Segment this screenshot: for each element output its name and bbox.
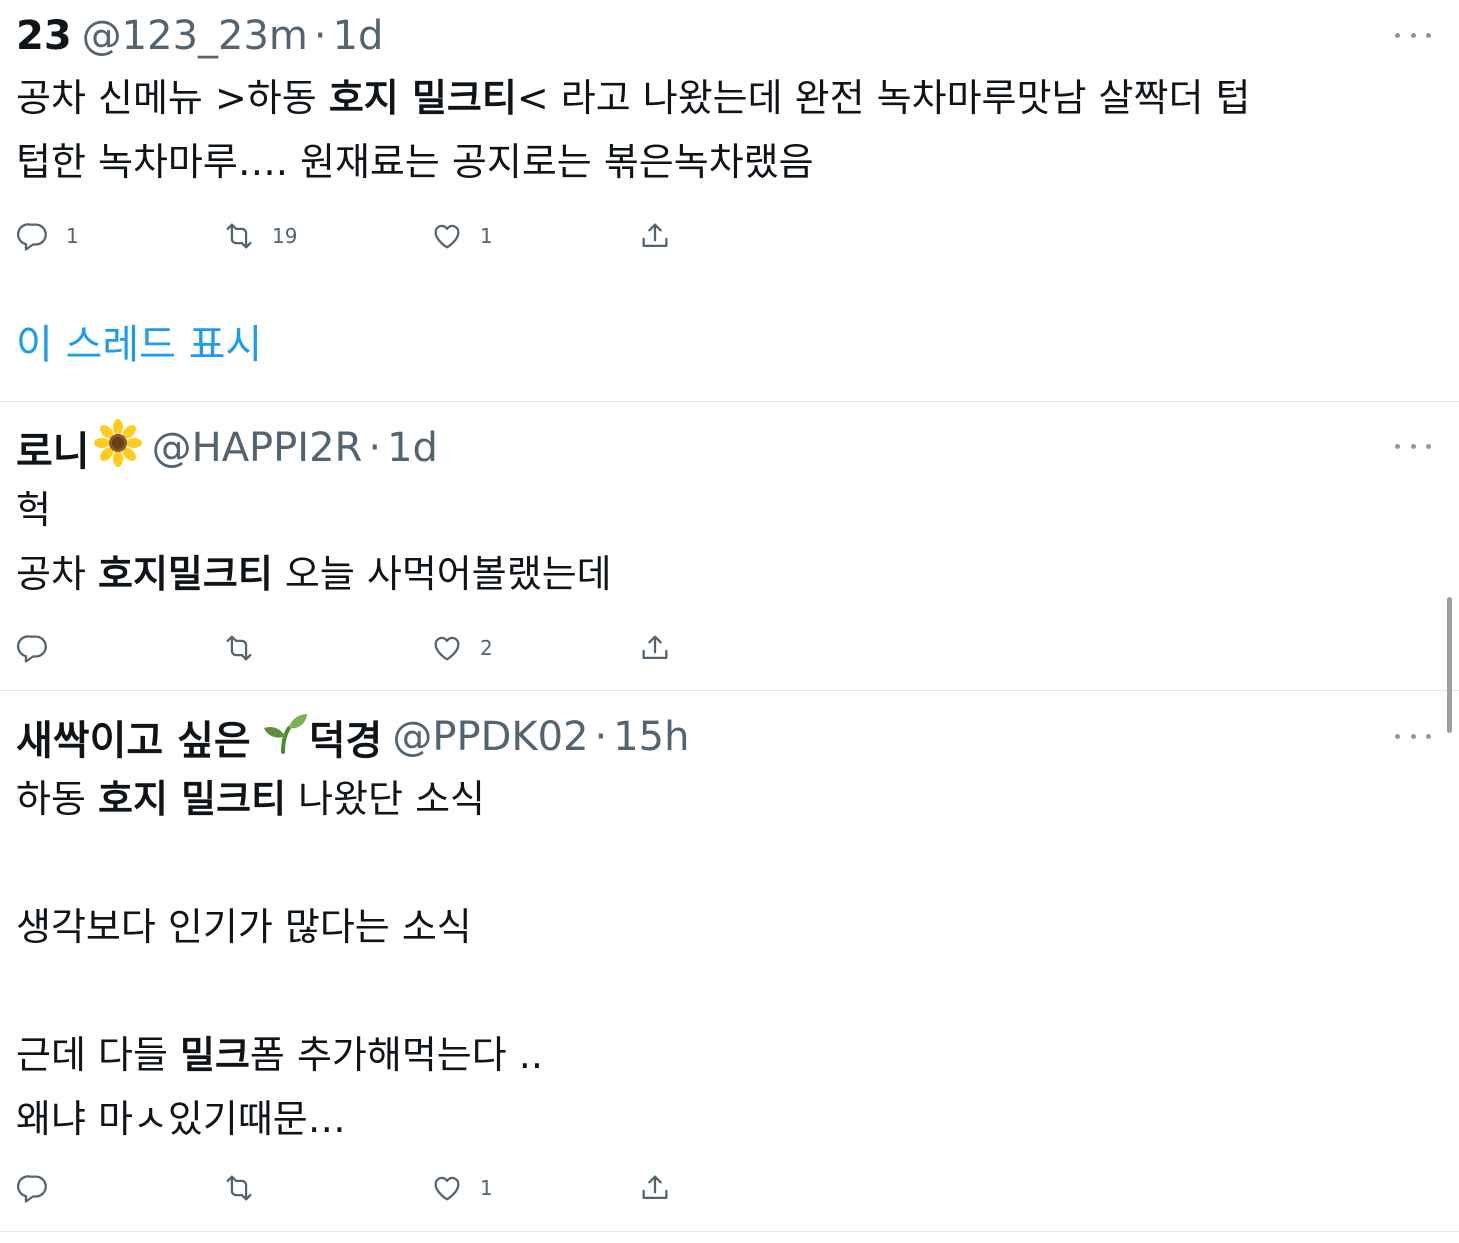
like-button[interactable]: 1	[430, 1168, 493, 1208]
seedling-icon	[261, 708, 309, 766]
text-run: 하동	[16, 777, 98, 821]
divider	[0, 1231, 1459, 1232]
user-handle[interactable]: @PPDK02	[392, 714, 588, 760]
tweet-header: 로니 @HAPPI2R · 1d	[16, 419, 438, 477]
highlighted-keyword: 밀크	[180, 1033, 250, 1077]
tweet-actions: 1 19 1	[0, 216, 800, 256]
display-name[interactable]: 23	[16, 13, 72, 59]
tweet-text-line: 텁한 녹차마루…. 원재료는 공지로는 볶은녹차랬음	[16, 130, 1399, 194]
retweet-icon	[222, 219, 256, 253]
like-count: 2	[480, 636, 493, 660]
heart-icon	[430, 219, 464, 253]
tweet-text-line: 공차 호지밀크티 오늘 사먹어볼랬는데	[16, 542, 1399, 606]
separator-dot: ·	[594, 714, 608, 760]
display-name[interactable]: 로니	[16, 419, 90, 477]
more-icon[interactable]	[1395, 728, 1431, 744]
user-handle[interactable]: @HAPPI2R	[152, 425, 363, 471]
user-handle[interactable]: @123_23m	[82, 13, 308, 59]
tweet[interactable]: 새싹이고 싶은 덕경 @PPDK02 · 15h 하동 호지 밀크티 나왔단 소…	[0, 691, 1459, 1231]
text-run: < 라고 나왔는데 완전 녹차마루맛남 살짝더 텁	[516, 76, 1251, 120]
share-button[interactable]	[638, 628, 672, 668]
reply-count: 1	[66, 224, 79, 248]
tweet-text-line: 왜냐 마ㅅ있기때문…	[16, 1087, 1399, 1151]
tweet-text-line: 하동 호지 밀크티 나왔단 소식	[16, 767, 1399, 831]
retweet-icon	[222, 1171, 256, 1205]
more-icon[interactable]	[1395, 438, 1431, 454]
like-button[interactable]: 2	[430, 628, 493, 668]
tweet-text: 하동 호지 밀크티 나왔단 소식생각보다 인기가 많다는 소식근데 다들 밀크폼…	[16, 767, 1399, 1151]
reply-button[interactable]	[16, 1168, 66, 1208]
text-run: 헉	[16, 488, 51, 532]
text-run: 폼 추가해먹는다 ..	[249, 1033, 543, 1077]
tweet-text-line	[16, 959, 1399, 1023]
text-run: 공차	[16, 552, 98, 596]
like-count: 1	[480, 1176, 493, 1200]
display-name[interactable]: 새싹이고 싶은	[16, 708, 251, 766]
tweet-text-line: 생각보다 인기가 많다는 소식	[16, 895, 1399, 959]
text-run: 텁한 녹차마루…. 원재료는 공지로는 볶은녹차랬음	[16, 140, 814, 184]
highlighted-keyword: 호지 밀크티	[328, 76, 517, 120]
tweet-text-line: 공차 신메뉴 >하동 호지 밀크티< 라고 나왔는데 완전 녹차마루맛남 살짝더…	[16, 66, 1399, 130]
tweet[interactable]: 23 @123_23m · 1d 공차 신메뉴 >하동 호지 밀크티< 라고 나…	[0, 0, 1459, 400]
display-name-suffix[interactable]: 덕경	[309, 708, 383, 766]
share-icon	[638, 631, 672, 665]
retweet-icon	[222, 631, 256, 665]
separator-dot: ·	[313, 13, 327, 59]
show-thread-link[interactable]: 이 스레드 표시	[16, 312, 262, 370]
retweet-button[interactable]	[222, 1168, 272, 1208]
text-run: 나왔단 소식	[286, 777, 485, 821]
sunflower-icon	[93, 419, 142, 477]
share-button[interactable]	[638, 216, 672, 256]
tweet-text-line	[16, 831, 1399, 895]
text-run: 공차 신메뉴 >하동	[16, 76, 329, 120]
timestamp[interactable]: 1d	[333, 13, 384, 59]
heart-icon	[430, 631, 464, 665]
like-count: 1	[480, 224, 493, 248]
share-icon	[638, 1171, 672, 1205]
text-run: 생각보다 인기가 많다는 소식	[16, 905, 472, 949]
tweet[interactable]: 로니 @HAPPI2R · 1d 헉 공차 호지밀크티 오늘 사먹어볼랬는데 2	[0, 402, 1459, 690]
like-button[interactable]: 1	[430, 216, 493, 256]
timestamp[interactable]: 15h	[613, 714, 689, 760]
share-button[interactable]	[638, 1168, 672, 1208]
retweet-count: 19	[272, 224, 298, 248]
text-run: 오늘 사먹어볼랬는데	[272, 552, 612, 596]
retweet-button[interactable]	[222, 628, 272, 668]
tweet-text: 헉공차 호지밀크티 오늘 사먹어볼랬는데	[16, 478, 1399, 606]
highlighted-keyword: 호지밀크티	[98, 552, 273, 596]
timestamp[interactable]: 1d	[387, 425, 438, 471]
reply-icon	[16, 631, 50, 665]
reply-icon	[16, 1171, 50, 1205]
retweet-button[interactable]: 19	[222, 216, 297, 256]
more-icon[interactable]	[1395, 27, 1431, 43]
separator-dot: ·	[368, 425, 382, 471]
tweet-actions: 1	[0, 1168, 800, 1208]
share-icon	[638, 219, 672, 253]
text-run: 근데 다들	[16, 1033, 180, 1077]
tweet-text: 공차 신메뉴 >하동 호지 밀크티< 라고 나왔는데 완전 녹차마루맛남 살짝더…	[16, 66, 1399, 194]
tweet-header: 새싹이고 싶은 덕경 @PPDK02 · 15h	[16, 708, 689, 766]
timeline: 23 @123_23m · 1d 공차 신메뉴 >하동 호지 밀크티< 라고 나…	[0, 0, 1459, 1243]
tweet-text-line: 헉	[16, 478, 1399, 542]
scrollbar[interactable]	[1447, 597, 1452, 733]
tweet-text-line: 근데 다들 밀크폼 추가해먹는다 ..	[16, 1023, 1399, 1087]
reply-button[interactable]	[16, 628, 66, 668]
heart-icon	[430, 1171, 464, 1205]
tweet-actions: 2	[0, 628, 800, 668]
text-run: 왜냐 마ㅅ있기때문…	[16, 1097, 346, 1141]
highlighted-keyword: 호지 밀크티	[98, 777, 287, 821]
reply-icon	[16, 219, 50, 253]
reply-button[interactable]: 1	[16, 216, 79, 256]
tweet-header: 23 @123_23m · 1d	[16, 10, 383, 62]
